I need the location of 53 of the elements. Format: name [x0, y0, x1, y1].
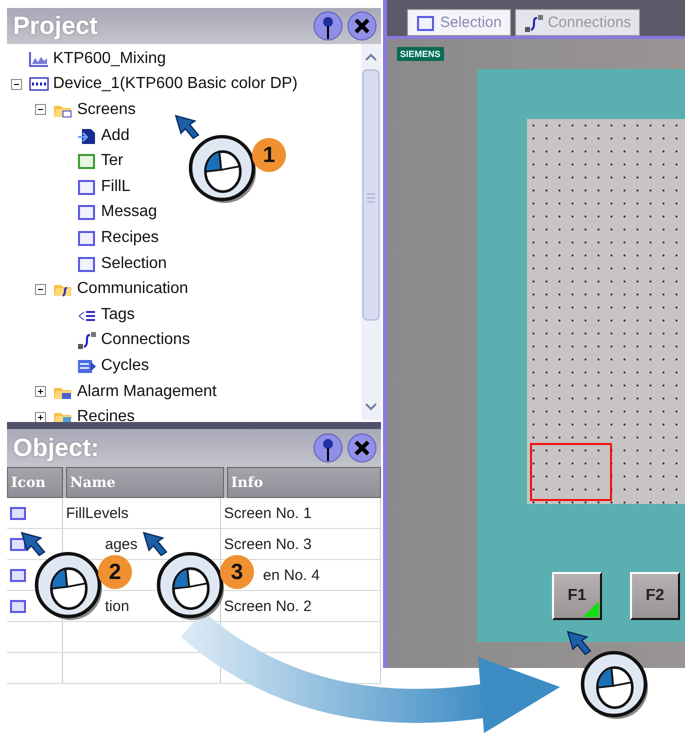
close-icon	[347, 433, 377, 463]
chart-icon	[29, 50, 49, 68]
tree-item[interactable]: Connections	[101, 331, 190, 350]
collapse-icon[interactable]	[35, 104, 46, 116]
brand-label: SIEMENS	[397, 47, 444, 61]
table-cell: en No. 4	[263, 566, 320, 584]
tree-item[interactable]: Selection	[101, 254, 167, 273]
screen-icon	[10, 538, 26, 550]
table-cell: Screen No. 1	[224, 504, 312, 522]
add-screen-icon	[77, 126, 97, 145]
pin-icon	[313, 433, 343, 463]
screen-icon	[10, 506, 26, 520]
screen-icon	[77, 254, 97, 273]
close-icon	[347, 11, 377, 41]
screen-icon	[10, 600, 26, 612]
function-key[interactable]: F1	[552, 572, 602, 620]
screen-icon	[416, 14, 436, 32]
tree-item[interactable]: Recines	[77, 408, 135, 422]
screen-icon	[77, 178, 97, 196]
expand-icon[interactable]	[35, 386, 46, 398]
tree-item[interactable]: Alarm Management	[77, 382, 217, 401]
tree-item[interactable]: Cycles	[101, 356, 150, 375]
tree-item[interactable]: Ter	[101, 152, 124, 170]
panel-title: Object:	[13, 434, 100, 462]
collapse-icon[interactable]	[11, 78, 22, 90]
screen-icon	[10, 568, 26, 582]
tree-item[interactable]: Messag	[101, 203, 158, 222]
tree-item[interactable]: Tags	[101, 306, 135, 324]
screen-icon	[77, 152, 97, 170]
pin-icon	[313, 11, 343, 41]
table-cell: ages	[105, 536, 138, 552]
scrollbar[interactable]	[361, 44, 381, 420]
function-key[interactable]: F2	[630, 572, 680, 620]
connection-icon	[524, 14, 544, 32]
selection-rectangle[interactable]	[530, 443, 612, 501]
table-cell: Screen No. 3	[224, 536, 312, 552]
connection-icon	[77, 331, 97, 350]
device-icon	[29, 75, 49, 94]
table-cell: Screen No. 2	[224, 598, 312, 614]
table-cell: FillLevels	[66, 504, 129, 522]
screen-icon	[77, 228, 97, 247]
tree-item[interactable]: Device_1(KTP600 Basic color DP)	[53, 75, 298, 94]
screen-icon	[77, 203, 97, 222]
tree-item[interactable]: Screens	[77, 100, 136, 119]
tree-item[interactable]: FillL	[101, 178, 130, 196]
table-cell: tion	[105, 598, 130, 614]
tree-item[interactable]: KTP600_Mixing	[53, 50, 166, 68]
collapse-icon[interactable]	[35, 284, 46, 295]
panel-title: Project	[13, 12, 98, 40]
expand-icon[interactable]	[35, 412, 46, 422]
tree-item[interactable]: Recipes	[101, 228, 159, 247]
tree-item[interactable]: Communication	[77, 280, 188, 298]
tree-item[interactable]: Add	[101, 126, 130, 145]
